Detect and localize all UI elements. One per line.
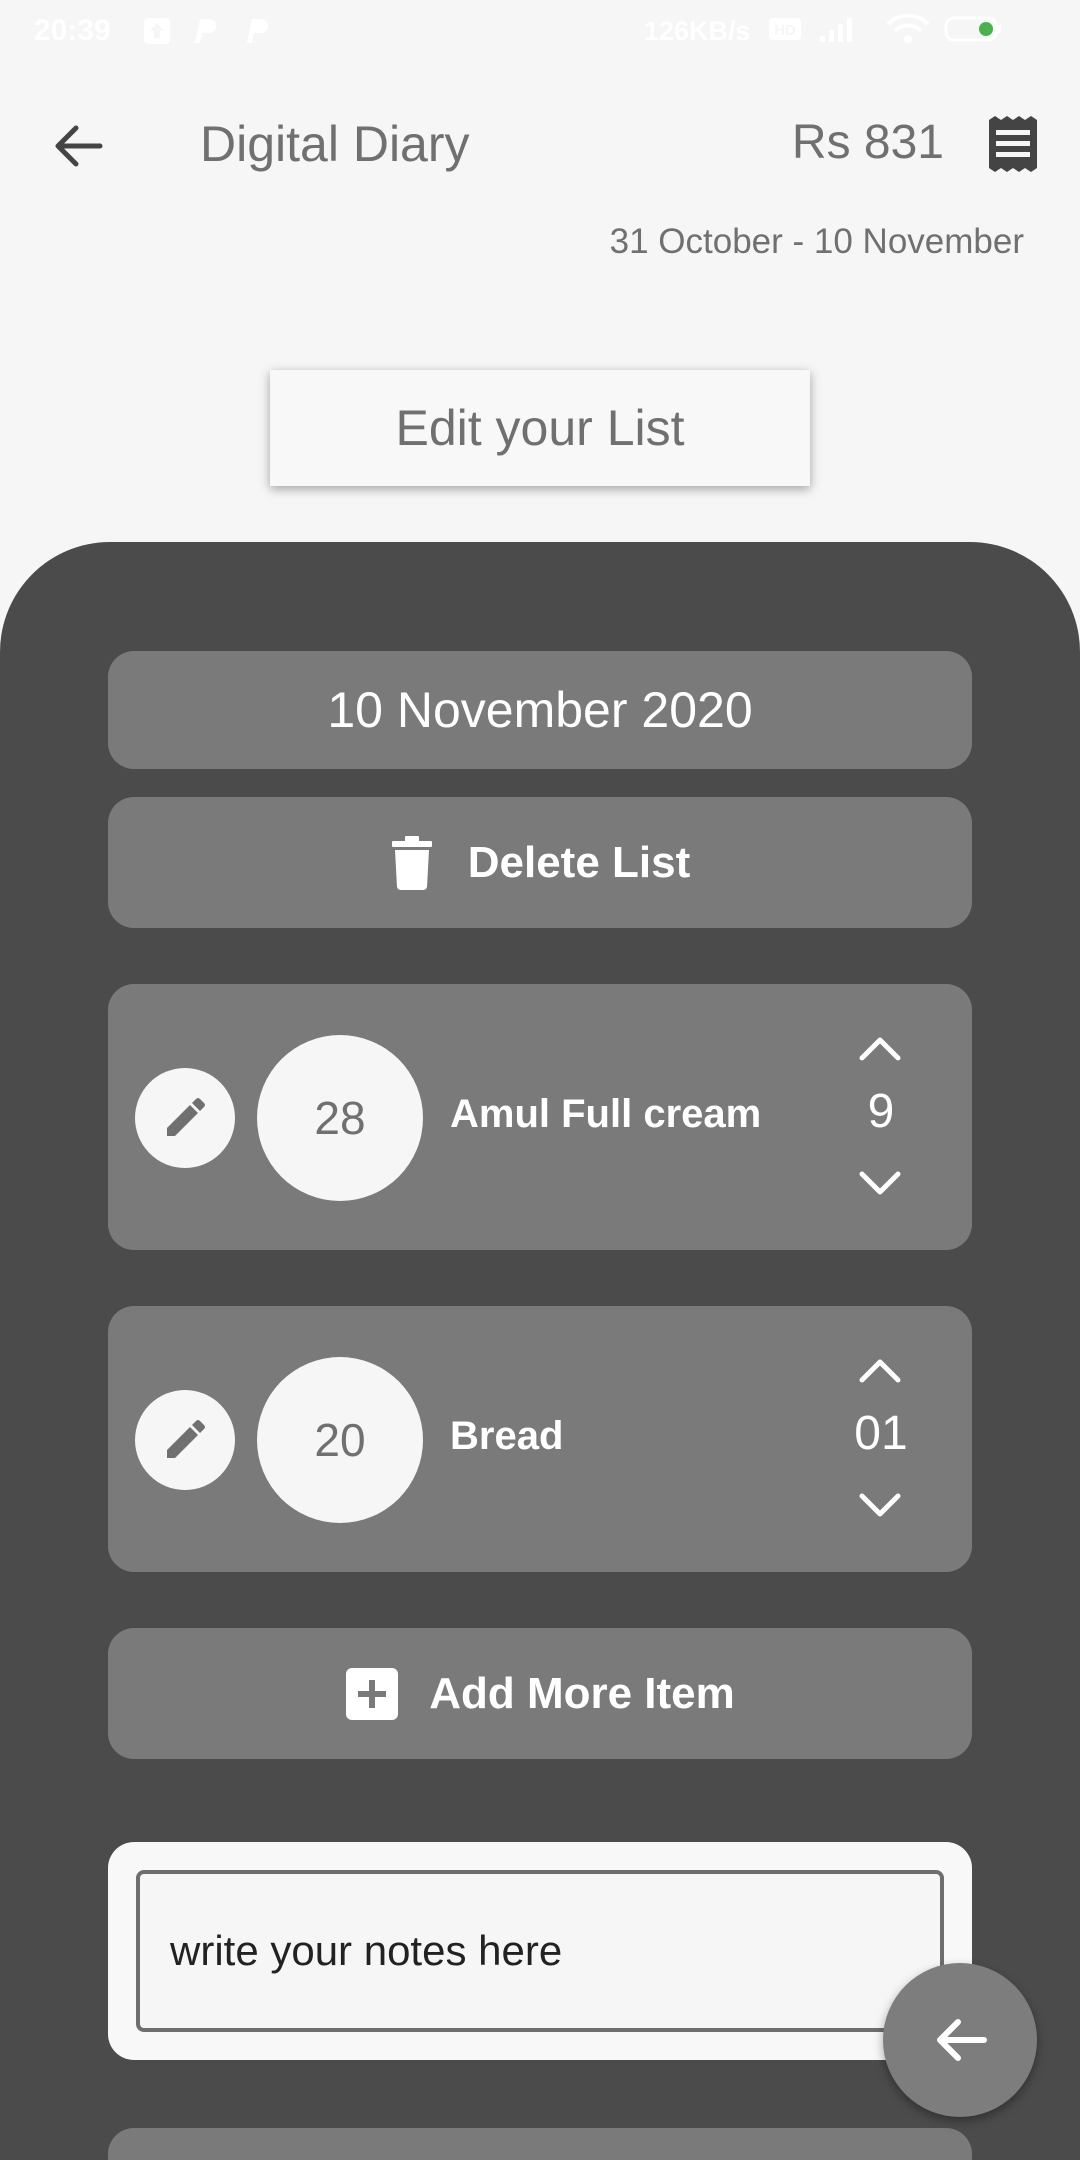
list-item: 20 Bread 01: [108, 1306, 972, 1572]
pencil-icon: [167, 1098, 205, 1136]
item-name: Bread: [450, 1414, 564, 1458]
chevron-up-icon[interactable]: [854, 1350, 906, 1390]
edit-item-button[interactable]: [135, 1390, 235, 1490]
wifi-icon: [886, 14, 930, 43]
back-fab-button[interactable]: [883, 1963, 1037, 2117]
item-price: 20: [257, 1357, 423, 1523]
network-speed: 126KB/s: [644, 16, 751, 46]
list-date[interactable]: 10 November 2020: [108, 651, 972, 769]
screen: 20:39 126KB/s HD Digital Diary Rs 831 31…: [0, 0, 1080, 2160]
page-title: Digital Diary: [200, 116, 470, 172]
chevron-down-icon[interactable]: [854, 1164, 906, 1204]
hd-icon: HD: [769, 18, 801, 40]
add-more-item-label: Add More Item: [429, 1668, 735, 1718]
item-quantity: 01: [854, 1407, 908, 1460]
total-amount: Rs 831: [791, 116, 944, 169]
chevron-up-icon[interactable]: [854, 1028, 906, 1068]
notes-input[interactable]: write your notes here: [136, 1870, 944, 2032]
edit-list-title: Edit your List: [270, 370, 810, 486]
status-bar: 20:39 126KB/s HD: [0, 0, 1080, 66]
status-time: 20:39: [34, 14, 111, 47]
paytm-icon: [195, 19, 217, 43]
add-more-item-button[interactable]: Add More Item: [108, 1628, 972, 1759]
notes-card: write your notes here: [108, 1842, 972, 2060]
edit-item-button[interactable]: [135, 1068, 235, 1168]
receipt-icon[interactable]: [986, 114, 1040, 174]
list-item: 28 Amul Full cream 9: [108, 984, 972, 1250]
bottom-card[interactable]: [108, 2128, 972, 2160]
signal-icon: [820, 18, 852, 42]
arrow-left-icon: [937, 2019, 987, 2061]
trash-icon: [391, 835, 432, 890]
svg-text:HD: HD: [774, 22, 796, 39]
item-name: Amul Full cream: [450, 1092, 762, 1136]
plus-box-icon: [346, 1667, 399, 1720]
delete-list-label: Delete List: [467, 837, 691, 887]
status-right-icons: HD: [768, 14, 1004, 44]
paytm-icon-2: [247, 19, 269, 43]
pencil-icon: [167, 1420, 205, 1458]
back-arrow-icon[interactable]: [50, 118, 106, 174]
delete-list-button[interactable]: Delete List: [108, 797, 972, 928]
app-bar: Digital Diary Rs 831: [0, 90, 1080, 200]
battery-icon: [944, 16, 1001, 42]
item-price: 28: [257, 1035, 423, 1201]
chevron-down-icon[interactable]: [854, 1486, 906, 1526]
upload-icon: [144, 18, 170, 44]
item-quantity: 9: [867, 1085, 895, 1138]
date-range: 31 October - 10 November: [609, 222, 1024, 261]
